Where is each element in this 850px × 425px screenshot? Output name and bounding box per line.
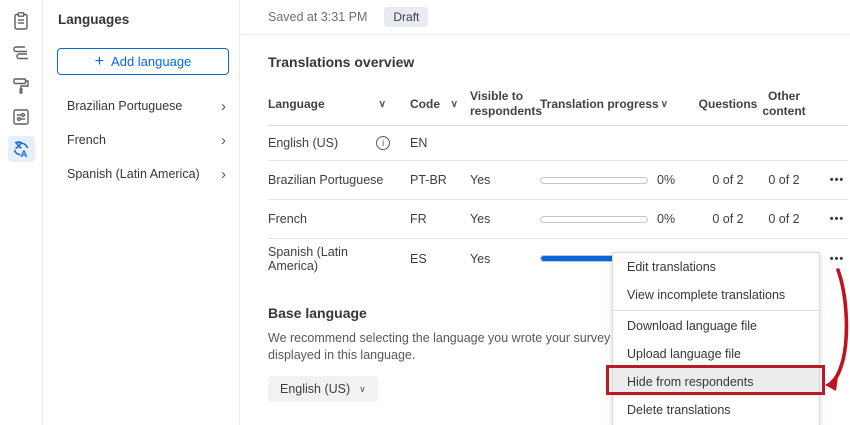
survey-options-icon[interactable] [8,104,35,130]
chevron-right-icon: › [221,166,226,183]
save-status-bar: Saved at 3:31 PM Draft [241,0,850,35]
column-header-questions: Questions [694,97,762,111]
language-item-label: French [67,133,106,147]
add-language-button[interactable]: + Add language [57,48,229,75]
table-header-row: Language ∨ Code ∨ Visible to respondents… [268,83,848,126]
table-row-english-us: English (US) i EN [268,126,848,161]
draft-status-badge: Draft [384,7,428,27]
table-row-brazilian-portuguese: Brazilian Portuguese PT-BR Yes 0% 0 of 2… [268,161,848,200]
saved-status-text: Saved at 3:31 PM [268,10,367,24]
row-code: EN [410,136,470,150]
row-language-label: Brazilian Portuguese [268,173,383,187]
row-questions: 0 of 2 [694,212,762,226]
menu-item-hide-from-respondents[interactable]: Hide from respondents [613,368,819,396]
chevron-down-icon[interactable]: ∨ [451,99,458,110]
row-language-label: French [268,212,307,226]
add-language-label: Add language [111,54,191,69]
table-row-french: French FR Yes 0% 0 of 2 0 of 2 ••• [268,200,848,239]
panel-title: Languages [43,0,239,27]
row-more-options-button[interactable]: ••• [812,174,848,186]
row-more-options-button[interactable]: ••• [812,213,848,225]
language-item-french[interactable]: French › [43,123,239,157]
menu-item-delete-translations[interactable]: Delete translations [613,396,819,424]
menu-item-upload-language-file[interactable]: Upload language file [613,340,819,368]
survey-flow-icon[interactable] [8,40,35,66]
row-questions: 0 of 2 [694,173,762,187]
nav-rail: A [0,0,43,425]
translations-page: A Languages + Add language Brazilian Por… [0,0,850,425]
row-code: PT-BR [410,173,470,187]
language-item-brazilian-portuguese[interactable]: Brazilian Portuguese › [43,89,239,123]
svg-text:A: A [21,149,28,159]
translations-overview-title: Translations overview [268,54,850,70]
base-language-selected: English (US) [280,382,350,396]
progress-percent: 0% [652,173,694,187]
language-item-spanish-latin-america[interactable]: Spanish (Latin America) › [43,157,239,191]
row-code: ES [410,252,470,266]
column-header-other-content: Other content [762,89,812,119]
column-header-code[interactable]: Code ∨ [410,97,470,111]
base-language-dropdown[interactable]: English (US) ∨ [268,376,378,402]
chevron-right-icon: › [221,98,226,115]
row-visible: Yes [470,212,540,226]
row-code: FR [410,212,470,226]
column-header-progress[interactable]: Translation progress ∨ [540,97,694,111]
chevron-down-icon[interactable]: ∨ [661,99,668,110]
chevron-down-icon: ∨ [359,384,366,395]
menu-divider [613,310,819,311]
menu-item-download-language-file[interactable]: Download language file [613,312,819,340]
language-item-label: Brazilian Portuguese [67,99,182,113]
row-language-label: Spanish (Latin America) [268,245,390,273]
translations-table: Language ∨ Code ∨ Visible to respondents… [268,83,848,278]
look-and-feel-icon[interactable] [8,72,35,98]
progress-percent: 0% [652,212,694,226]
translations-icon[interactable]: A [8,136,35,162]
menu-item-edit-translations[interactable]: Edit translations [613,253,819,281]
language-list: Brazilian Portuguese › French › Spanish … [43,89,239,191]
column-header-language[interactable]: Language ∨ [268,97,410,111]
plus-icon: + [95,54,104,70]
chevron-down-icon[interactable]: ∨ [379,99,386,110]
progress-bar [540,177,648,184]
row-other-content: 0 of 2 [762,212,812,226]
language-item-label: Spanish (Latin America) [67,167,200,181]
progress-bar [540,216,648,223]
survey-builder-icon[interactable] [8,8,35,34]
languages-panel: Languages + Add language Brazilian Portu… [43,0,240,425]
row-other-content: 0 of 2 [762,173,812,187]
row-options-context-menu: Edit translations View incomplete transl… [612,252,820,425]
column-header-visible: Visible to respondents [470,89,540,119]
row-language-label: English (US) [268,136,338,150]
menu-item-view-incomplete-translations[interactable]: View incomplete translations [613,281,819,309]
chevron-right-icon: › [221,132,226,149]
row-visible: Yes [470,252,540,266]
info-icon[interactable]: i [376,136,390,150]
row-visible: Yes [470,173,540,187]
